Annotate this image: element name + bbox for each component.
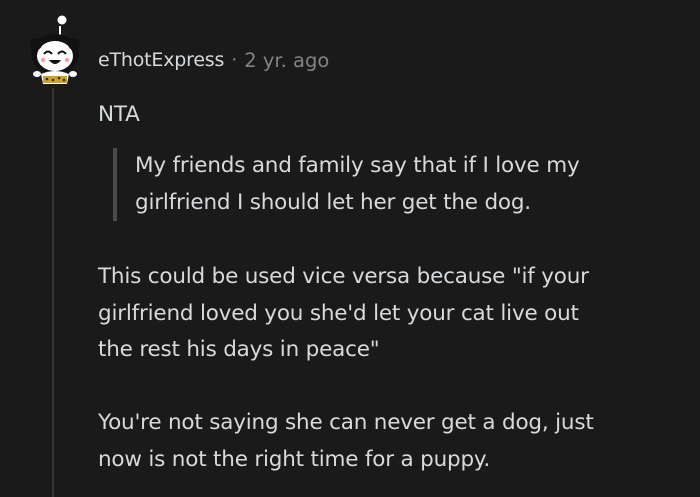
thread-collapse-line[interactable] <box>52 88 54 497</box>
quote-line: My friends and family say that if I love… <box>135 153 580 178</box>
comment-paragraph-puppy: You're not saying she can never get a do… <box>98 405 688 478</box>
paragraph-line: the rest his days in peace" <box>98 337 380 362</box>
blockquote: My friends and family say that if I love… <box>113 148 700 221</box>
quote-line: girlfriend I should let her get the dog. <box>135 189 531 215</box>
paragraph-line: girlfriend loved you she'd let your cat … <box>98 300 579 326</box>
paragraph-line: now is not the right time for a puppy. <box>98 446 490 472</box>
avatar[interactable] <box>22 14 88 86</box>
comment-paragraph-vice-versa: This could be used vice versa because "i… <box>98 259 688 369</box>
paragraph-line: This could be used vice versa because "i… <box>98 264 589 289</box>
paragraph-line: You're not saying she can never get a do… <box>98 410 594 435</box>
username-link[interactable]: eThotExpress <box>98 49 224 71</box>
comment-meta: eThotExpress · 2 yr. ago <box>98 44 329 76</box>
snoo-avatar-icon <box>30 15 80 84</box>
timestamp[interactable]: 2 yr. ago <box>244 49 329 72</box>
comment-paragraph-nta: NTA <box>98 102 140 127</box>
meta-separator: · <box>231 49 238 71</box>
